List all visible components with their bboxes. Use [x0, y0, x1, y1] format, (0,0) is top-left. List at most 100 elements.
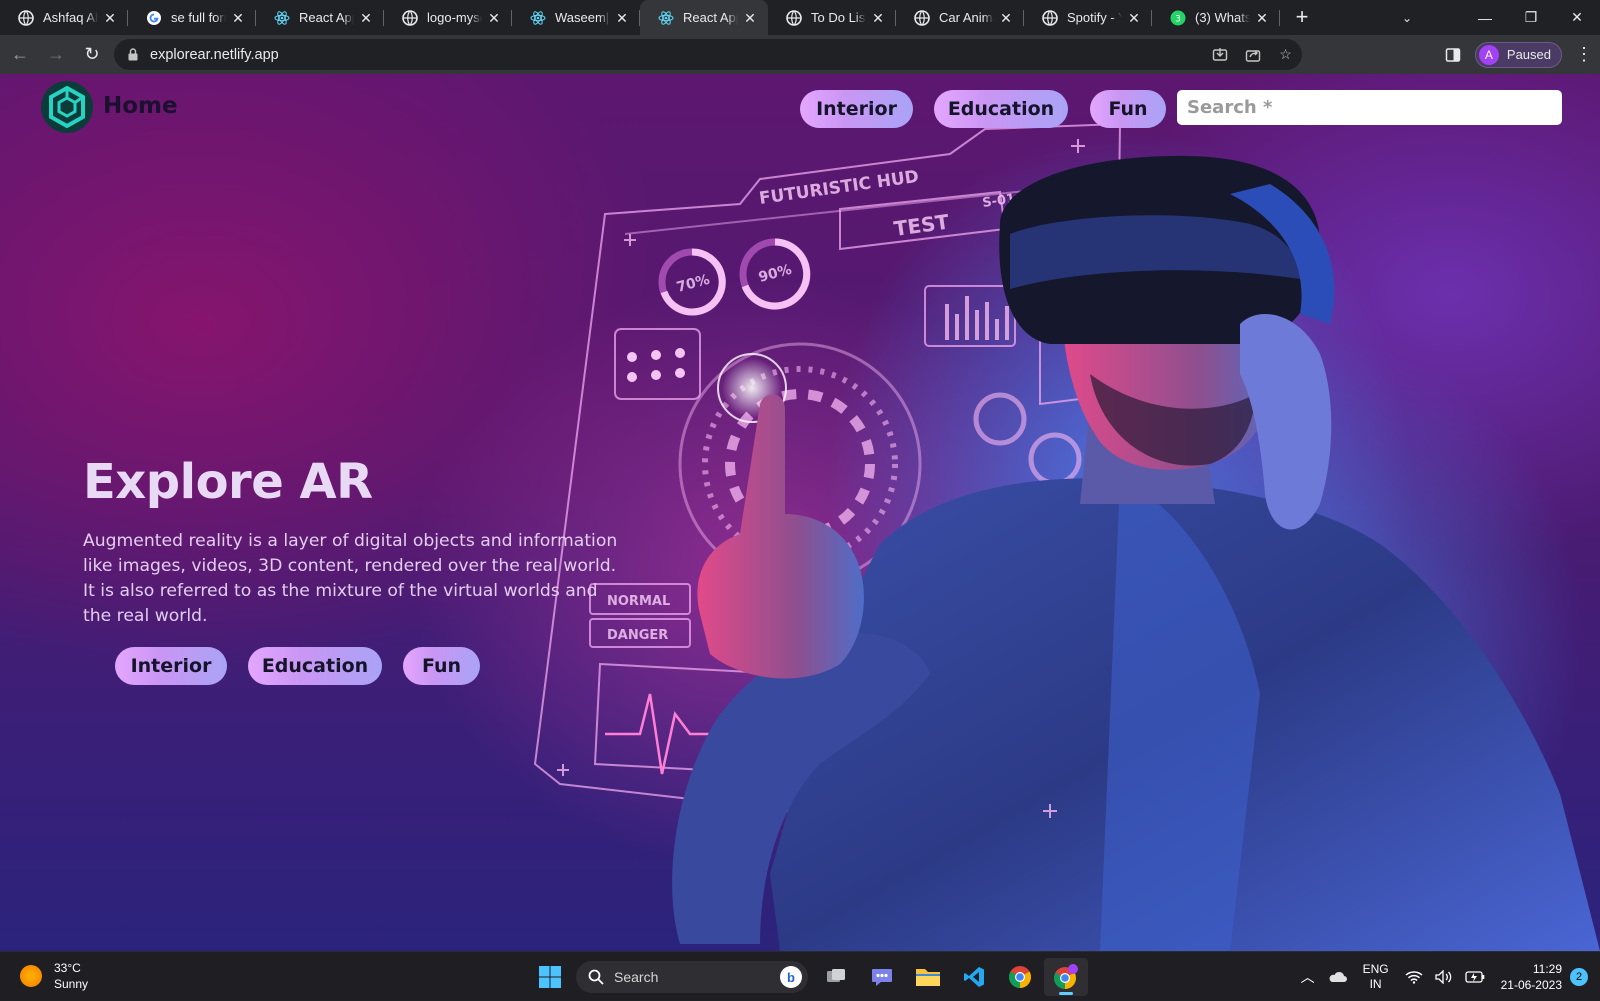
- globe-icon: [18, 9, 34, 26]
- tab-title: React App: [299, 10, 354, 25]
- language-indicator[interactable]: ENG IN: [1363, 962, 1389, 992]
- onedrive-cloud-icon[interactable]: [1327, 970, 1347, 983]
- clock[interactable]: 11:29 21-06-2023: [1501, 961, 1562, 993]
- svg-text:3: 3: [1175, 14, 1181, 24]
- globe-icon: [402, 9, 418, 26]
- clock-date: 21-06-2023: [1500, 977, 1562, 992]
- volume-icon[interactable]: [1434, 969, 1453, 984]
- more-menu-icon[interactable]: ⋮: [1568, 39, 1600, 71]
- tab-title: Ashfaq Ahm: [43, 10, 98, 25]
- hero-title: Explore AR: [83, 454, 373, 510]
- system-tray: ︿ ENG IN 11:29 21-06-2023 2: [1295, 952, 1600, 1001]
- hero-interior-button[interactable]: Interior: [115, 647, 227, 685]
- globe-icon: [786, 9, 802, 26]
- region-code: IN: [1369, 976, 1382, 991]
- chrome-profile-icon[interactable]: [1044, 958, 1088, 996]
- tab-title: se full form: [171, 10, 226, 25]
- nav-education-button[interactable]: Education: [934, 90, 1068, 128]
- task-view-icon[interactable]: [814, 958, 858, 996]
- close-tab-icon[interactable]: ✕: [742, 10, 758, 26]
- vscode-icon[interactable]: [952, 958, 996, 996]
- show-hidden-icons-chevron-icon[interactable]: ︿: [1301, 967, 1315, 987]
- globe-icon: [914, 9, 930, 26]
- chrome-icon[interactable]: [998, 958, 1042, 996]
- share-icon[interactable]: [1236, 39, 1269, 70]
- tab-title: Spotify - Yo: [1067, 10, 1122, 25]
- browser-tab-active[interactable]: React App ✕: [640, 0, 768, 35]
- home-link[interactable]: Home: [103, 93, 178, 119]
- profile-button[interactable]: A Paused: [1474, 41, 1562, 68]
- browser-tab[interactable]: Waseem|po ✕: [512, 0, 640, 35]
- tab-search-chevron-icon[interactable]: ⌄: [1390, 0, 1424, 35]
- whatsapp-icon: 3: [1170, 10, 1186, 26]
- hero-description: Augmented reality is a layer of digital …: [83, 531, 618, 626]
- hero-education-button[interactable]: Education: [248, 647, 382, 685]
- tab-title: (3) WhatsAp: [1195, 10, 1250, 25]
- site-logo-icon[interactable]: [40, 80, 94, 134]
- hud-danger-label: DANGER: [607, 628, 668, 643]
- taskbar-search[interactable]: Search b: [576, 961, 808, 993]
- tab-title: Waseem|po: [555, 10, 610, 25]
- notification-badge[interactable]: 2: [1570, 967, 1588, 986]
- weather-widget[interactable]: 33°C Sunny: [20, 960, 88, 992]
- nav-interior-button[interactable]: Interior: [800, 90, 913, 128]
- close-window-icon[interactable]: ✕: [1554, 0, 1600, 35]
- react-icon: [274, 10, 290, 26]
- clock-time: 11:29: [1532, 961, 1562, 976]
- restore-icon[interactable]: ❐: [1508, 0, 1554, 35]
- back-arrow-icon[interactable]: ←: [4, 39, 36, 71]
- search-input[interactable]: [1177, 90, 1562, 125]
- tab-title: React App: [683, 10, 738, 25]
- page-viewport: FUTURISTIC HUD TEST S-01 70% 90% NORMAL …: [0, 74, 1600, 951]
- close-tab-icon[interactable]: ✕: [102, 10, 118, 26]
- windows-taskbar: 33°C Sunny Search b ︿ ENG IN 11:29 21-06…: [0, 951, 1600, 1000]
- bookmark-star-icon[interactable]: ☆: [1269, 39, 1302, 70]
- bing-icon[interactable]: b: [780, 966, 802, 988]
- close-tab-icon[interactable]: ✕: [1254, 10, 1270, 26]
- browser-toolbar: ← → ↻ explorear.netlify.app ☆ A Paused ⋮: [0, 35, 1600, 74]
- hero-fun-button[interactable]: Fun: [403, 647, 480, 685]
- close-tab-icon[interactable]: ✕: [486, 10, 502, 26]
- tab-title: To Do List: [811, 10, 866, 25]
- reload-icon[interactable]: ↻: [76, 39, 108, 71]
- browser-tab[interactable]: Spotify - Yo ✕: [1024, 0, 1152, 35]
- teams-chat-icon[interactable]: [860, 958, 904, 996]
- browser-tab[interactable]: Ashfaq Ahm ✕: [0, 0, 128, 35]
- close-tab-icon[interactable]: ✕: [870, 10, 886, 26]
- side-panel-icon[interactable]: [1437, 39, 1469, 71]
- new-tab-button[interactable]: +: [1286, 2, 1318, 34]
- browser-tab[interactable]: To Do List ✕: [768, 0, 896, 35]
- sun-icon: [20, 965, 42, 987]
- react-icon: [530, 10, 546, 26]
- profile-status: Paused: [1506, 47, 1551, 62]
- browser-tab[interactable]: logo-mysql ✕: [384, 0, 512, 35]
- weather-condition: Sunny: [54, 977, 89, 991]
- avatar: A: [1478, 44, 1499, 65]
- browser-tab[interactable]: 3 (3) WhatsAp ✕: [1152, 0, 1280, 35]
- close-tab-icon[interactable]: ✕: [230, 10, 246, 26]
- hud-gauge-label: 70%: [675, 272, 712, 296]
- lock-icon[interactable]: [126, 48, 140, 62]
- install-app-icon[interactable]: [1203, 39, 1236, 70]
- file-explorer-icon[interactable]: [906, 958, 950, 996]
- window-controls: — ❐ ✕: [1462, 0, 1600, 35]
- taskbar-search-label: Search: [614, 969, 659, 985]
- minimize-icon[interactable]: —: [1462, 0, 1508, 35]
- browser-tab[interactable]: se full form ✕: [128, 0, 256, 35]
- weather-temp: 33°C: [54, 961, 81, 975]
- browser-tab[interactable]: Car Animat ✕: [896, 0, 1024, 35]
- close-tab-icon[interactable]: ✕: [358, 10, 374, 26]
- forward-arrow-icon[interactable]: →: [40, 39, 72, 71]
- close-tab-icon[interactable]: ✕: [1126, 10, 1142, 26]
- battery-icon[interactable]: [1464, 970, 1485, 983]
- hud-gauge-label: 90%: [757, 262, 794, 286]
- windows-start-icon[interactable]: [528, 958, 572, 996]
- wifi-icon[interactable]: [1405, 970, 1423, 984]
- globe-icon: [1042, 9, 1058, 26]
- close-tab-icon[interactable]: ✕: [614, 10, 630, 26]
- close-tab-icon[interactable]: ✕: [998, 10, 1014, 26]
- browser-tab[interactable]: React App ✕: [256, 0, 384, 35]
- address-bar[interactable]: explorear.netlify.app ☆: [114, 39, 1302, 70]
- nav-fun-button[interactable]: Fun: [1090, 90, 1166, 128]
- search-icon: [588, 969, 604, 985]
